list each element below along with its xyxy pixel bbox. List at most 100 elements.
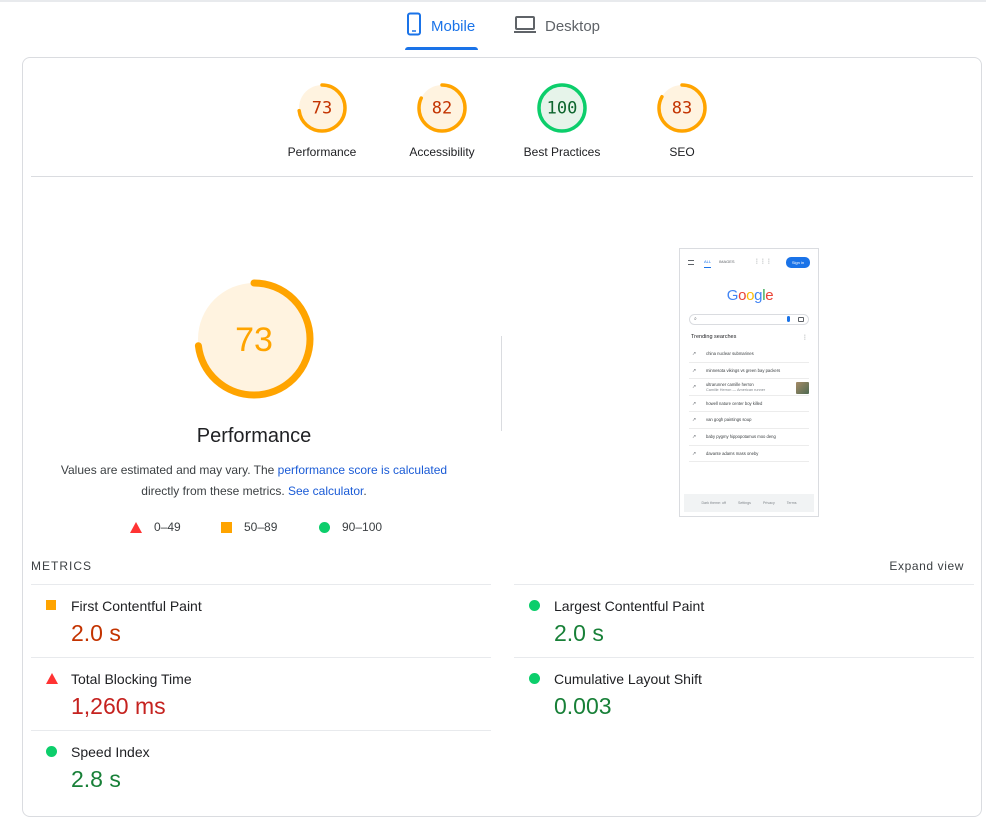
trending-title: Trending searches [691, 334, 737, 340]
item-title: ultrarunner camille herron [706, 382, 754, 388]
gauge-label: Best Practices [523, 145, 601, 159]
item-title: van gogh paintings soup [706, 417, 752, 423]
average-square-icon [221, 521, 232, 533]
score-ring: 82 [417, 83, 467, 133]
trend-icon: ↗ [692, 433, 697, 440]
item-title: baby pygmy hippopotamus moo deng [706, 433, 776, 439]
trending-list: ↗ china nuclear submarines ↗ minnesota vik… [689, 346, 809, 463]
footer-link: Terms [786, 501, 797, 505]
metric-value: 2.0 s [554, 620, 604, 646]
legend-label: 50–89 [244, 520, 278, 534]
trend-icon: ↗ [692, 384, 697, 391]
pass-circle-icon [529, 673, 540, 684]
legend-label: 90–100 [342, 520, 383, 534]
score-ring: 83 [657, 83, 707, 133]
smartphone-icon [407, 12, 421, 36]
metric-speed-index: Speed Index 2.8 s [31, 730, 491, 803]
page-screenshot[interactable]: ALL IMAGES ⋮⋮⋮ Sign in Google ⌕ Trending… [679, 248, 819, 517]
gauge-label: Accessibility [409, 145, 475, 159]
gauge-seo[interactable]: 83 SEO [627, 82, 737, 159]
desc-text: directly from these metrics. [141, 484, 288, 498]
metric-name: Cumulative Layout Shift [554, 671, 702, 687]
footer-link: Dark theme: off [701, 501, 726, 505]
more-vert-icon: ⋮ [802, 335, 808, 341]
tab-desktop[interactable]: Desktop [513, 12, 603, 50]
list-item: ↗ ultrarunner camille herron Camille Herro… [689, 379, 809, 396]
google-logo: Google [726, 287, 774, 304]
item-title: davante adams mass oneby [706, 450, 759, 456]
metric-name: First Contentful Paint [71, 598, 202, 614]
desc-text: Values are estimated and may vary. The [60, 463, 278, 477]
gauge-best-practices[interactable]: 100 Best Practices [507, 82, 617, 159]
performance-gauge: 73 [194, 279, 314, 399]
legend-pass: 90–100 [319, 520, 382, 534]
footer-link: Settings [737, 501, 751, 505]
gauge-label: SEO [669, 145, 695, 159]
trend-icon: ↗ [692, 367, 697, 374]
legend-fail: 0–49 [130, 520, 181, 534]
score-value: 73 [312, 99, 332, 119]
pass-circle-icon [46, 746, 57, 757]
metric-value: 1,260 ms [71, 693, 166, 719]
legend-label: 0–49 [154, 520, 181, 534]
metric-cls: Cumulative Layout Shift 0.003 [514, 657, 974, 730]
metric-name: Speed Index [71, 744, 150, 760]
gauge-performance[interactable]: 73 Performance [267, 82, 377, 159]
trend-icon: ↗ [692, 400, 697, 407]
report-card: 73 Performance 82 Accessibility 100 Best… [22, 57, 982, 817]
performance-description: Values are estimated and may vary. The p… [43, 460, 465, 502]
pass-circle-icon [529, 600, 540, 611]
gauge-label: Performance [287, 145, 357, 159]
list-item: ↗ minnesota vikings vs green bay packers [689, 363, 809, 380]
list-item: ↗ davante adams mass oneby [689, 446, 809, 463]
laptop-icon [514, 16, 536, 33]
device-tabs: Mobile Desktop [0, 0, 986, 52]
nav-images: IMAGES [719, 259, 735, 264]
fail-triangle-icon [46, 673, 58, 684]
average-square-icon [46, 600, 56, 610]
pass-circle-icon [319, 521, 330, 533]
list-item: ↗ baby pygmy hippopotamus moo deng [689, 429, 809, 446]
metric-value: 2.0 s [71, 620, 121, 646]
metric-fcp: First Contentful Paint 2.0 s [31, 584, 491, 657]
tab-mobile-label: Mobile [431, 18, 476, 35]
tab-mobile[interactable]: Mobile [405, 12, 478, 50]
sign-in-button: Sign in [786, 257, 810, 268]
search-icon: ⌕ [694, 316, 697, 322]
list-item: ↗ van gogh paintings soup [689, 412, 809, 429]
gauge-accessibility[interactable]: 82 Accessibility [387, 82, 497, 159]
nav-all: ALL [704, 259, 712, 268]
vertical-divider [501, 336, 502, 431]
divider [31, 176, 973, 177]
menu-icon [688, 260, 694, 265]
trend-icon: ↗ [692, 450, 697, 457]
score-ring: 73 [297, 83, 347, 133]
metric-tbt: Total Blocking Time 1,260 ms [31, 657, 491, 730]
fail-triangle-icon [130, 521, 142, 533]
item-thumbnail [796, 382, 809, 395]
item-title: china nuclear submarines [706, 351, 754, 356]
expand-view-toggle[interactable]: Expand view [889, 559, 964, 573]
score-ring: 100 [537, 83, 587, 133]
trend-icon: ↗ [692, 417, 697, 424]
see-calculator-link[interactable]: See calculator [288, 484, 363, 498]
metric-name: Largest Contentful Paint [554, 598, 705, 614]
item-title: howell nature center boy killed [706, 400, 763, 406]
footer-link: Privacy [762, 501, 775, 505]
trend-icon: ↗ [692, 351, 697, 357]
score-calculated-link[interactable]: performance score is calculated [278, 463, 447, 477]
list-item: ↗ china nuclear submarines [689, 346, 809, 363]
screenshot-footer: Dark theme: off Settings Privacy Terms [684, 494, 814, 512]
tab-desktop-label: Desktop [545, 18, 601, 35]
performance-score: 73 [235, 321, 273, 359]
metric-lcp: Largest Contentful Paint 2.0 s [514, 584, 974, 657]
list-item: ↗ howell nature center boy killed [689, 396, 809, 413]
mic-icon [787, 316, 790, 322]
performance-title: Performance [196, 425, 312, 447]
metric-value: 0.003 [554, 693, 612, 719]
legend-average: 50–89 [221, 520, 277, 534]
score-value: 100 [547, 99, 578, 119]
apps-grid-icon: ⋮⋮⋮ [754, 259, 772, 265]
screenshot-header: ALL IMAGES ⋮⋮⋮ Sign in [688, 257, 810, 269]
item-title: minnesota vikings vs green bay packers [706, 367, 781, 373]
